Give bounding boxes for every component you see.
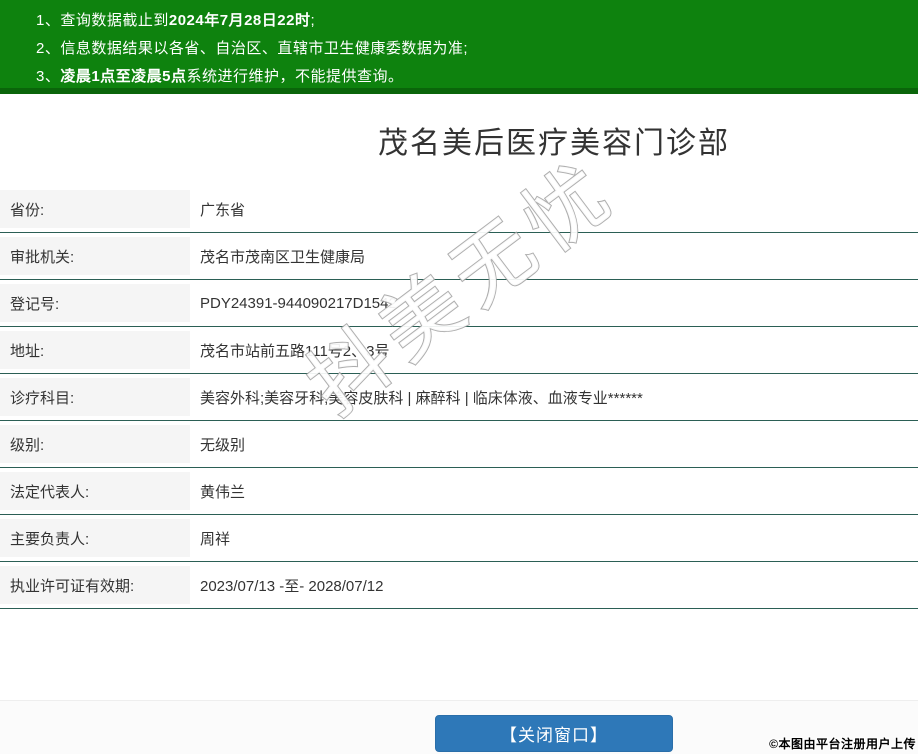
notice-number: 2、 [36,40,61,57]
row-label: 主要负责人: [0,519,190,557]
page-title: 茂名美后医疗美容门诊部 [378,127,730,160]
row-label: 诊疗科目: [0,378,190,416]
row-value: 茂名市茂南区卫生健康局 [200,248,366,266]
notice-text: 系统进行维护，不能提供查询。 [186,68,404,85]
row-value: 广东省 [200,201,246,219]
row-label: 审批机关: [0,237,190,275]
table-row-legal-representative: 法定代表人: 黄伟兰 [0,468,918,515]
notice-line-1: 1、查询数据截止到2024年7月28日22时; [36,9,898,33]
row-label: 登记号: [0,284,190,322]
table-row-main-person-in-charge: 主要负责人: 周祥 [0,515,918,562]
row-value: 2023/07/13 -至- 2028/07/12 [200,577,384,595]
notice-text: 查询数据截止到 [60,12,169,29]
table-row-province: 省份: 广东省 [0,186,918,233]
institution-info-table: 省份: 广东省 审批机关: 茂名市茂南区卫生健康局 登记号: PDY24391-… [0,186,918,609]
table-row-license-validity: 执业许可证有效期: 2023/07/13 -至- 2028/07/12 [0,562,918,609]
notice-line-2: 2、信息数据结果以各省、自治区、直辖市卫生健康委数据为准; [36,37,898,61]
close-window-button[interactable]: 【关闭窗口】 [435,715,673,752]
notice-banner: 1、查询数据截止到2024年7月28日22时; 2、信息数据结果以各省、自治区、… [0,0,918,88]
notice-text: ; [310,12,316,29]
notice-number: 1、 [36,12,61,29]
row-value: 无级别 [200,436,246,454]
row-value: PDY24391-944090217D1542 [200,294,397,312]
notice-line-3: 3、凌晨1点至凌晨5点系统进行维护，不能提供查询。 [36,65,898,89]
query-result-page: 1、查询数据截止到2024年7月28日22时; 2、信息数据结果以各省、自治区、… [0,0,918,754]
table-row-approval-authority: 审批机关: 茂名市茂南区卫生健康局 [0,233,918,280]
notice-text-bold: 2024年7月28日22时 [168,12,311,29]
row-label: 省份: [0,190,190,228]
row-label: 执业许可证有效期: [0,566,190,604]
row-value: 黄伟兰 [200,483,246,501]
row-value: 周祥 [200,530,231,548]
copyright-watermark: ©本图由平台注册用户上传 [769,737,916,751]
table-row-level: 级别: 无级别 [0,421,918,468]
row-label: 地址: [0,331,190,369]
row-label: 法定代表人: [0,472,190,510]
row-label: 级别: [0,425,190,463]
row-value: 茂名市站前五路111号2、3号 [200,342,390,360]
notice-text-bold: 凌晨1点至凌晨5点 [60,68,187,85]
notice-number: 3、 [36,68,61,85]
table-row-address: 地址: 茂名市站前五路111号2、3号 [0,327,918,374]
table-row-registration-number: 登记号: PDY24391-944090217D1542 [0,280,918,327]
title-section: 茂名美后医疗美容门诊部 [0,94,918,186]
row-value: 美容外科;美容牙科;美容皮肤科 | 麻醉科 | 临床体液、血液专业****** [200,389,643,407]
content-spacer [0,609,918,700]
table-row-medical-subjects: 诊疗科目: 美容外科;美容牙科;美容皮肤科 | 麻醉科 | 临床体液、血液专业*… [0,374,918,421]
notice-text: 信息数据结果以各省、自治区、直辖市卫生健康委数据为准; [60,40,469,57]
